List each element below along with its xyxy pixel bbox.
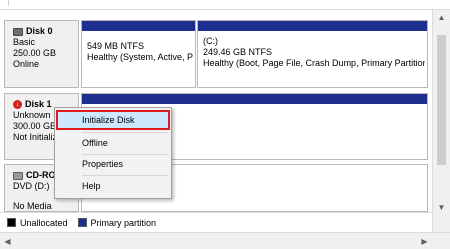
scroll-right-icon[interactable]: ▶ <box>417 233 432 249</box>
scroll-left-icon[interactable]: ◀ <box>0 233 15 249</box>
partition-size: 249.46 GB NTFS <box>203 47 273 57</box>
scroll-down-icon[interactable]: ▼ <box>433 200 450 215</box>
menu-separator <box>82 175 168 176</box>
horizontal-scrollbar[interactable]: ◀ ▶ <box>0 232 450 249</box>
partition-c-drive[interactable]: (C:) 249.46 GB NTFS Healthy (Boot, Page … <box>197 20 428 88</box>
disk-1-name: Disk 1 <box>25 99 52 109</box>
menu-separator <box>82 132 168 133</box>
disk-0-label[interactable]: Disk 0 Basic 250.00 GB Online <box>4 20 79 88</box>
scroll-up-icon[interactable]: ▲ <box>433 10 450 25</box>
partition-system-reserved[interactable]: 549 MB NTFS Healthy (System, Active, Pri <box>81 20 196 88</box>
legend: Unallocated Primary partition <box>0 212 432 232</box>
unallocated-swatch <box>7 218 16 227</box>
disk-icon <box>13 27 23 36</box>
primary-partition-swatch <box>77 218 87 227</box>
partition-status: Healthy (System, Active, Pri <box>87 52 193 62</box>
context-menu: Initialize Disk Offline Properties Help <box>54 107 172 199</box>
disk-error-icon: ↓ <box>13 100 22 109</box>
disk-0-name: Disk 0 <box>26 26 53 36</box>
top-scroll-strip <box>0 0 450 10</box>
partition-label: (C:) <box>203 36 218 46</box>
vertical-scrollbar[interactable]: ▲ ▼ <box>432 10 450 232</box>
disk-0-type: Basic <box>13 37 36 47</box>
scrollbar-thumb[interactable] <box>437 35 446 165</box>
primary-partition-bar <box>198 21 427 31</box>
menu-item-offline[interactable]: Offline <box>57 134 169 152</box>
disk-0-size: 250.00 GB <box>13 48 57 58</box>
cdrom-icon <box>13 171 23 180</box>
menu-item-help[interactable]: Help <box>57 177 169 195</box>
unallocated-bar <box>82 94 427 104</box>
legend-primary-partition: Primary partition <box>90 217 157 228</box>
partition-status: Healthy (Boot, Page File, Crash Dump, Pr… <box>203 58 425 68</box>
cdrom-media-status: No Media <box>13 201 52 211</box>
partition-size: 549 MB NTFS <box>87 41 145 51</box>
primary-partition-bar <box>82 21 195 31</box>
menu-item-properties[interactable]: Properties <box>57 155 169 173</box>
legend-unallocated: Unallocated <box>20 217 68 228</box>
disk-0-status: Online <box>13 59 40 69</box>
menu-item-initialize-disk[interactable]: Initialize Disk <box>56 110 170 130</box>
